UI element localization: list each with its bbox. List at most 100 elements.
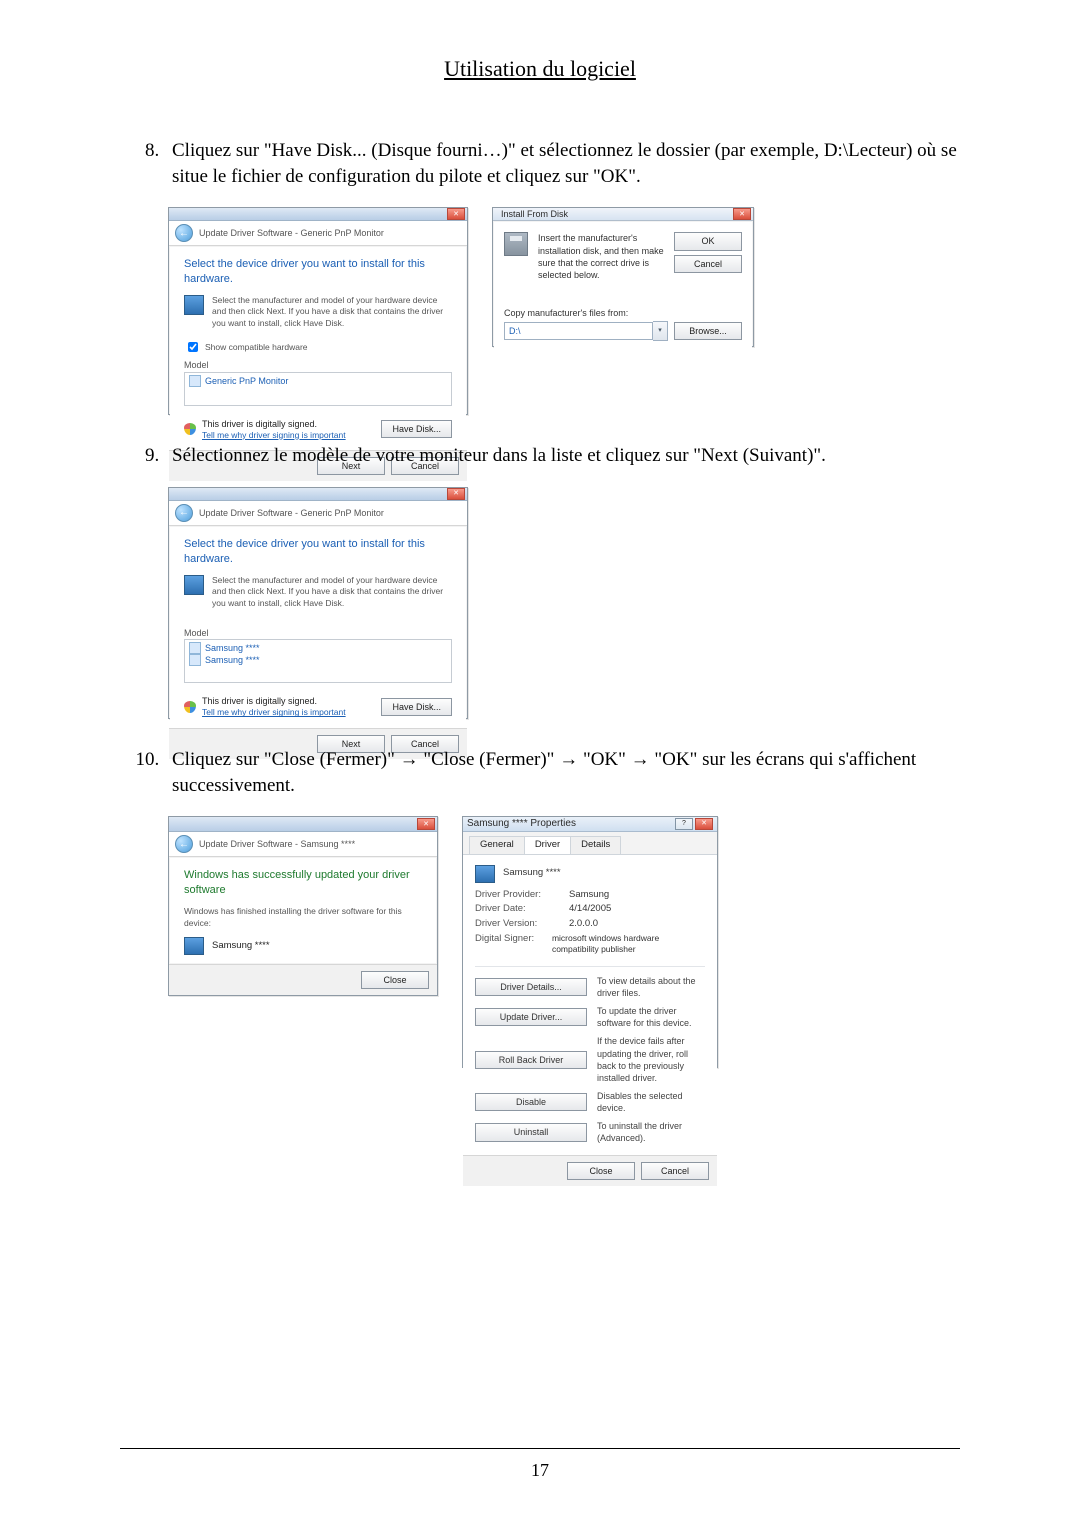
window-titlebar: ✕ [169, 817, 437, 832]
driver-details-button[interactable]: Driver Details... [475, 978, 587, 996]
monitor-icon [189, 642, 201, 654]
show-compatible-input[interactable] [188, 342, 198, 352]
tab-driver[interactable]: Driver [524, 836, 571, 854]
window-titlebar: Samsung **** Properties ? ✕ [463, 817, 717, 832]
driver-properties-dialog: Samsung **** Properties ? ✕ General Driv… [462, 816, 718, 1068]
wizard-hint: Select the manufacturer and model of you… [184, 575, 452, 609]
wizard-path: Update Driver Software - Samsung **** [199, 838, 355, 850]
finished-text: Windows has finished installing the driv… [184, 906, 422, 929]
tab-general[interactable]: General [469, 836, 525, 854]
back-arrow-icon[interactable]: ← [175, 835, 193, 853]
path-input[interactable] [504, 322, 653, 340]
disable-button[interactable]: Disable [475, 1093, 587, 1111]
wizard-path: Update Driver Software - Generic PnP Mon… [199, 227, 384, 239]
success-message: Windows has successfully updated your dr… [184, 868, 422, 898]
device-name: Samsung **** [503, 867, 561, 880]
path-combo[interactable]: ▾ [504, 321, 668, 341]
close-icon[interactable]: ✕ [447, 488, 465, 500]
close-button[interactable]: Close [361, 971, 429, 989]
wizard-instruction: Select the device driver you want to ins… [184, 537, 452, 567]
cancel-button[interactable]: Cancel [641, 1162, 709, 1180]
window-titlebar: Install From Disk ✕ [493, 208, 753, 221]
signer-value: microsoft windows hardware compatibility… [552, 933, 705, 956]
model-label: Model [184, 627, 452, 639]
step-8-text: Cliquez sur "Have Disk... (Disque fourni… [164, 138, 960, 189]
step-10-text: Cliquez sur "Close (Fermer)" → "Close (F… [164, 747, 960, 798]
back-arrow-icon[interactable]: ← [175, 224, 193, 242]
chevron-down-icon[interactable]: ▾ [653, 321, 668, 341]
shield-icon [184, 701, 196, 713]
ifd-message: Insert the manufacturer's installation d… [538, 232, 664, 281]
signing-info-link[interactable]: Tell me why driver signing is important [202, 430, 346, 441]
page-number: 17 [0, 1460, 1080, 1481]
ok-button[interactable]: OK [674, 232, 742, 250]
section-title: Utilisation du logiciel [120, 56, 960, 82]
device-name: Samsung **** [212, 940, 270, 953]
model-list[interactable]: Samsung **** Samsung **** [184, 639, 452, 683]
close-icon[interactable]: ✕ [417, 818, 435, 830]
have-disk-button[interactable]: Have Disk... [381, 698, 452, 716]
uninstall-desc: To uninstall the driver (Advanced). [597, 1120, 705, 1144]
list-item-label: Samsung **** [205, 654, 260, 666]
version-label: Driver Version: [475, 918, 557, 931]
update-driver-desc: To update the driver software for this d… [597, 1005, 705, 1029]
show-compatible-label: Show compatible hardware [205, 342, 308, 353]
step-10: Cliquez sur "Close (Fermer)" → "Close (F… [164, 747, 960, 1068]
install-from-disk-dialog: Install From Disk ✕ Insert the manufactu… [492, 207, 754, 347]
uninstall-button[interactable]: Uninstall [475, 1123, 587, 1141]
copy-from-label: Copy manufacturer's files from: [504, 307, 742, 319]
monitor-icon [184, 937, 204, 955]
cancel-button[interactable]: Cancel [674, 255, 742, 273]
step-9-text: Sélectionnez le modèle de votre moniteur… [164, 443, 960, 469]
wizard-hint: Select the manufacturer and model of you… [184, 295, 452, 329]
window-titlebar: ✕ [169, 488, 467, 501]
wizard-hint-text: Select the manufacturer and model of you… [212, 295, 452, 329]
roll-back-driver-button[interactable]: Roll Back Driver [475, 1051, 587, 1069]
browse-button[interactable]: Browse... [674, 322, 742, 340]
signed-text: This driver is digitally signed. [202, 418, 346, 430]
list-item[interactable]: Generic PnP Monitor [189, 375, 447, 387]
chip-icon [184, 295, 204, 315]
close-icon[interactable]: ✕ [733, 208, 751, 220]
provider-value: Samsung [569, 889, 609, 902]
shield-icon [184, 423, 196, 435]
signing-info-link[interactable]: Tell me why driver signing is important [202, 707, 346, 718]
window-titlebar: ✕ [169, 208, 467, 221]
close-icon[interactable]: ✕ [447, 208, 465, 220]
update-driver-wizard-2: ✕ ← Update Driver Software - Generic PnP… [168, 487, 468, 719]
version-value: 2.0.0.0 [569, 918, 598, 931]
list-item[interactable]: Samsung **** [189, 642, 447, 654]
show-compatible-checkbox[interactable]: Show compatible hardware [184, 339, 452, 355]
model-list[interactable]: Generic PnP Monitor [184, 372, 452, 406]
update-driver-wizard-success: ✕ ← Update Driver Software - Samsung ***… [168, 816, 438, 996]
provider-label: Driver Provider: [475, 889, 557, 902]
close-button[interactable]: Close [567, 1162, 635, 1180]
driver-details-desc: To view details about the driver files. [597, 975, 705, 999]
list-item-label: Generic PnP Monitor [205, 375, 288, 387]
update-driver-button[interactable]: Update Driver... [475, 1008, 587, 1026]
wizard-path: Update Driver Software - Generic PnP Mon… [199, 507, 384, 519]
date-value: 4/14/2005 [569, 903, 611, 916]
model-label: Model [184, 359, 452, 371]
wizard-header: ← Update Driver Software - Generic PnP M… [169, 501, 467, 526]
step-9: Sélectionnez le modèle de votre moniteur… [164, 443, 960, 719]
date-label: Driver Date: [475, 903, 557, 916]
roll-back-driver-desc: If the device fails after updating the d… [597, 1035, 705, 1084]
floppy-disk-icon [504, 232, 528, 256]
dialog-title: Samsung **** Properties [467, 817, 576, 831]
list-item[interactable]: Samsung **** [189, 654, 447, 666]
wizard-instruction: Select the device driver you want to ins… [184, 257, 452, 287]
disable-desc: Disables the selected device. [597, 1090, 705, 1114]
close-icon[interactable]: ✕ [695, 818, 713, 830]
list-item-label: Samsung **** [205, 642, 260, 654]
step-8: Cliquez sur "Have Disk... (Disque fourni… [164, 138, 960, 415]
back-arrow-icon[interactable]: ← [175, 504, 193, 522]
signed-text: This driver is digitally signed. [202, 695, 346, 707]
have-disk-button[interactable]: Have Disk... [381, 420, 452, 438]
wizard-header: ← Update Driver Software - Samsung **** [169, 832, 437, 857]
monitor-icon [189, 654, 201, 666]
tab-details[interactable]: Details [570, 836, 621, 854]
signer-label: Digital Signer: [475, 933, 540, 956]
chip-icon [184, 575, 204, 595]
help-icon[interactable]: ? [675, 818, 693, 830]
